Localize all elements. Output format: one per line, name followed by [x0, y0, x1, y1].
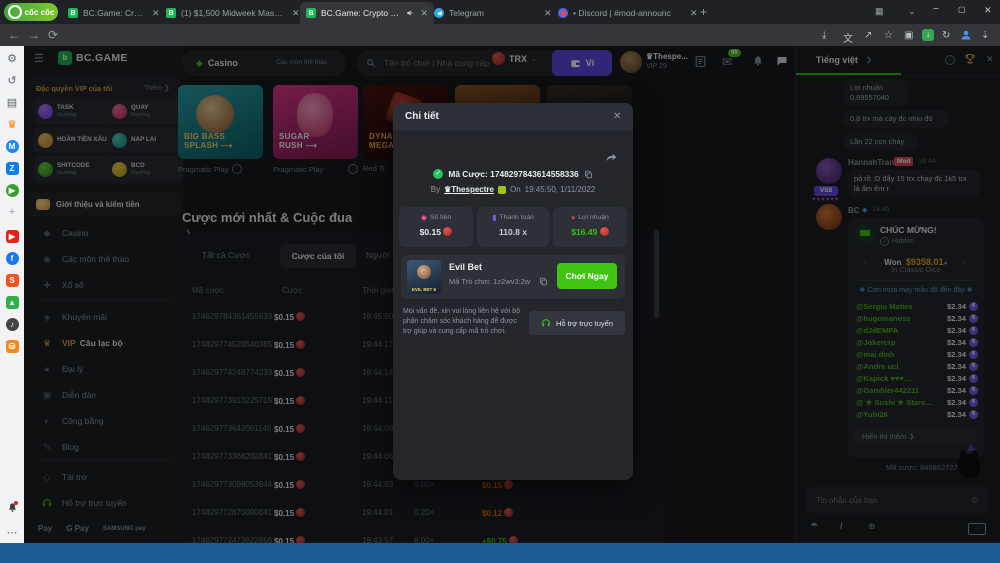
save-page-icon[interactable]: ⤓ [822, 30, 826, 41]
store-icon[interactable]: ▲ [0, 296, 24, 309]
maximize-button[interactable]: ▢ [958, 5, 966, 14]
notification-bell-icon[interactable] [0, 502, 24, 513]
settings-gear-icon[interactable]: ⚙ [0, 52, 24, 65]
live-support-button[interactable]: Hỗ trợ trực tuyến [529, 311, 625, 335]
tab-title: BC.Game: Crypto Casino [321, 8, 401, 18]
tab-title: • Discord | #mod-announc [573, 8, 683, 18]
player-name[interactable]: ♛Thespectre [444, 185, 494, 194]
browser-tab-bar: cốc cốc B BC.Game: Crypto Casino Gan ✕ B… [0, 0, 1000, 24]
game-thumb[interactable]: EVIL BET 6 [407, 260, 441, 294]
bcgame-favicon: B [68, 8, 78, 18]
close-tab-icon[interactable]: ✕ [420, 8, 428, 19]
close-tab-icon[interactable]: ✕ [544, 8, 552, 19]
close-tab-icon[interactable]: ✕ [152, 8, 160, 19]
close-tab-icon[interactable]: ✕ [292, 8, 300, 19]
profit-icon: ♦ [571, 213, 575, 222]
headset-icon [541, 318, 551, 328]
messenger-icon[interactable]: M [0, 140, 24, 153]
support-text: Mọi vấn đề, xin vui lòng liên hệ với bộ … [403, 307, 523, 336]
check-icon: ✓ [433, 169, 443, 179]
bookmark-star-icon[interactable]: ☆ [884, 30, 893, 41]
play-now-button[interactable]: Chơi Ngay [557, 263, 617, 289]
copy-icon[interactable] [584, 170, 593, 179]
feed-icon[interactable]: ▤ [0, 96, 24, 109]
bcgame-favicon: B [306, 8, 316, 18]
coccoc-mascot-icon [8, 5, 22, 19]
bell-red-dot [14, 501, 18, 505]
shopee-icon[interactable]: S [0, 274, 24, 287]
payout-icon: ▮ [492, 213, 496, 222]
tab-bcgame-1[interactable]: B BC.Game: Crypto Casino Gan ✕ [62, 2, 166, 24]
profile-avatar-icon[interactable] [960, 29, 972, 41]
reload-icon[interactable]: ⟳ [48, 28, 58, 42]
bet-id-row: ✓ Mã Cược: 1748297843614558336 [393, 169, 633, 179]
tab-mascot[interactable]: B (1) $1,500 Midweek Mascot ✕ [160, 2, 306, 24]
tab-title: Telegram [449, 8, 537, 18]
amount-icon: ◆ [421, 213, 427, 222]
add-shortcut-icon[interactable]: + [0, 206, 24, 218]
modal-title: Chi tiết [405, 111, 439, 122]
share-bet-icon[interactable] [605, 151, 618, 164]
telegram-favicon [434, 8, 444, 18]
zalo-icon[interactable]: Z [0, 162, 24, 175]
bcgame-page: ☰ b BC.GAME Đặc quyền VIP của tôi Thêm ❯… [24, 46, 1000, 543]
browser-sidebar: ⚙ ↺ ▤ ♛ M Z ▶ + ▶ f S ▲ ♪ ⛁ ⋯ [0, 46, 25, 543]
bet-datetime: 19:45:50, 1/11/2022 [525, 185, 596, 194]
crown-vip-icon[interactable]: ♛ [0, 118, 24, 131]
tab-search-icon[interactable]: ⌄ [908, 6, 916, 17]
tab-discord[interactable]: • Discord | #mod-announc ✕ [552, 2, 704, 24]
translate-icon[interactable]: 文 [843, 30, 853, 45]
bet-by-row: By ♛Thespectre On 19:45:50, 1/11/2022 [393, 185, 633, 194]
player-badge-icon [498, 186, 506, 194]
facebook-icon[interactable]: f [0, 252, 24, 265]
discord-favicon [558, 8, 568, 18]
new-tab-button[interactable]: + [700, 5, 707, 19]
bet-id-value: 1748297843614558336 [490, 169, 579, 179]
close-window-button[interactable]: ✕ [984, 5, 992, 16]
game-id: Mã Trò chơi: 1z2wv3:2w [449, 277, 530, 286]
close-tab-icon[interactable]: ✕ [690, 8, 698, 19]
minimize-button[interactable]: − [933, 4, 939, 15]
share-icon[interactable]: ↗ [864, 30, 872, 41]
downloads-icon[interactable]: ⇣ [981, 30, 989, 41]
close-modal-icon[interactable]: ✕ [613, 111, 621, 122]
cart-icon[interactable]: ⛁ [0, 340, 24, 353]
stat-profit: ♦Lợi nhuận $16.49 [553, 207, 627, 247]
coccoc-logo-text: cốc cốc [25, 8, 55, 17]
modal-header: Chi tiết ✕ [393, 103, 633, 131]
tab-telegram[interactable]: Telegram ✕ [428, 2, 558, 24]
screen: cốc cốc B BC.Game: Crypto Casino Gan ✕ B… [0, 0, 1000, 563]
tab-title: BC.Game: Crypto Casino Gan [83, 8, 145, 18]
stat-payout: ▮Thanh toán 110.8 x [477, 207, 549, 247]
adblock-icon[interactable]: ▣ [904, 30, 913, 41]
tab-audio-icon[interactable] [406, 9, 414, 17]
browser-toolbar: ← → ⟳ bc.game/vi/game/evil-bet-by-mascot… [0, 24, 1000, 46]
history-icon[interactable]: ↺ [0, 74, 24, 87]
games-gamepad-icon[interactable]: ▶ [0, 184, 24, 197]
stat-amount: ◆Số tiền $0.15 [399, 207, 473, 247]
forward-icon[interactable]: → [28, 28, 40, 42]
bet-details-modal: Chi tiết ✕ ✓ Mã Cược: 174829784361455833… [393, 103, 633, 480]
sync-icon[interactable]: ↻ [942, 30, 950, 41]
windows-taskbar: ∧ ENG 7:46 PM11/1/2022 [0, 543, 1000, 563]
coccoc-logo: cốc cốc [4, 3, 58, 21]
pip-icon[interactable]: ▦ [875, 6, 884, 17]
social-icon[interactable]: ♪ [0, 318, 24, 331]
back-icon[interactable]: ← [8, 28, 20, 42]
youtube-icon[interactable]: ▶ [0, 230, 24, 243]
bcgame-favicon: B [166, 8, 176, 18]
game-title: Evil Bet [449, 262, 482, 272]
copy-game-id-icon[interactable] [539, 277, 548, 286]
tab-bcgame-active[interactable]: B BC.Game: Crypto Casino ✕ [300, 2, 434, 24]
tab-title: (1) $1,500 Midweek Mascot [181, 8, 285, 18]
more-icon[interactable]: ⋯ [0, 526, 24, 539]
idm-extension-icon[interactable]: ↓ [922, 29, 934, 41]
